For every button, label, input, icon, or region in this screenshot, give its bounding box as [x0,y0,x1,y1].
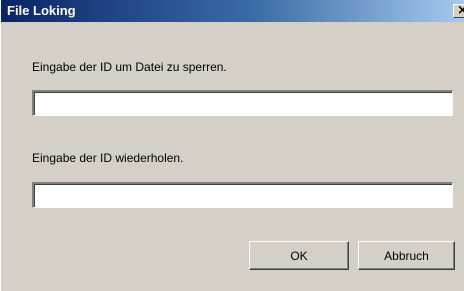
id-input[interactable] [32,90,453,116]
close-icon: × [457,5,464,17]
ok-button[interactable]: OK [249,241,349,270]
id-label: Eingabe der ID um Datei zu sperren. [32,60,227,74]
title-bar[interactable]: File Loking × [1,0,464,22]
file-locking-dialog: File Loking × Eingabe der ID um Datei zu… [0,0,464,291]
cancel-button[interactable]: Abbruch [358,241,455,270]
window-title: File Loking [7,3,76,18]
repeat-id-input[interactable] [32,182,453,208]
repeat-id-label: Eingabe der ID wiederholen. [32,151,184,165]
close-button[interactable]: × [453,4,464,18]
